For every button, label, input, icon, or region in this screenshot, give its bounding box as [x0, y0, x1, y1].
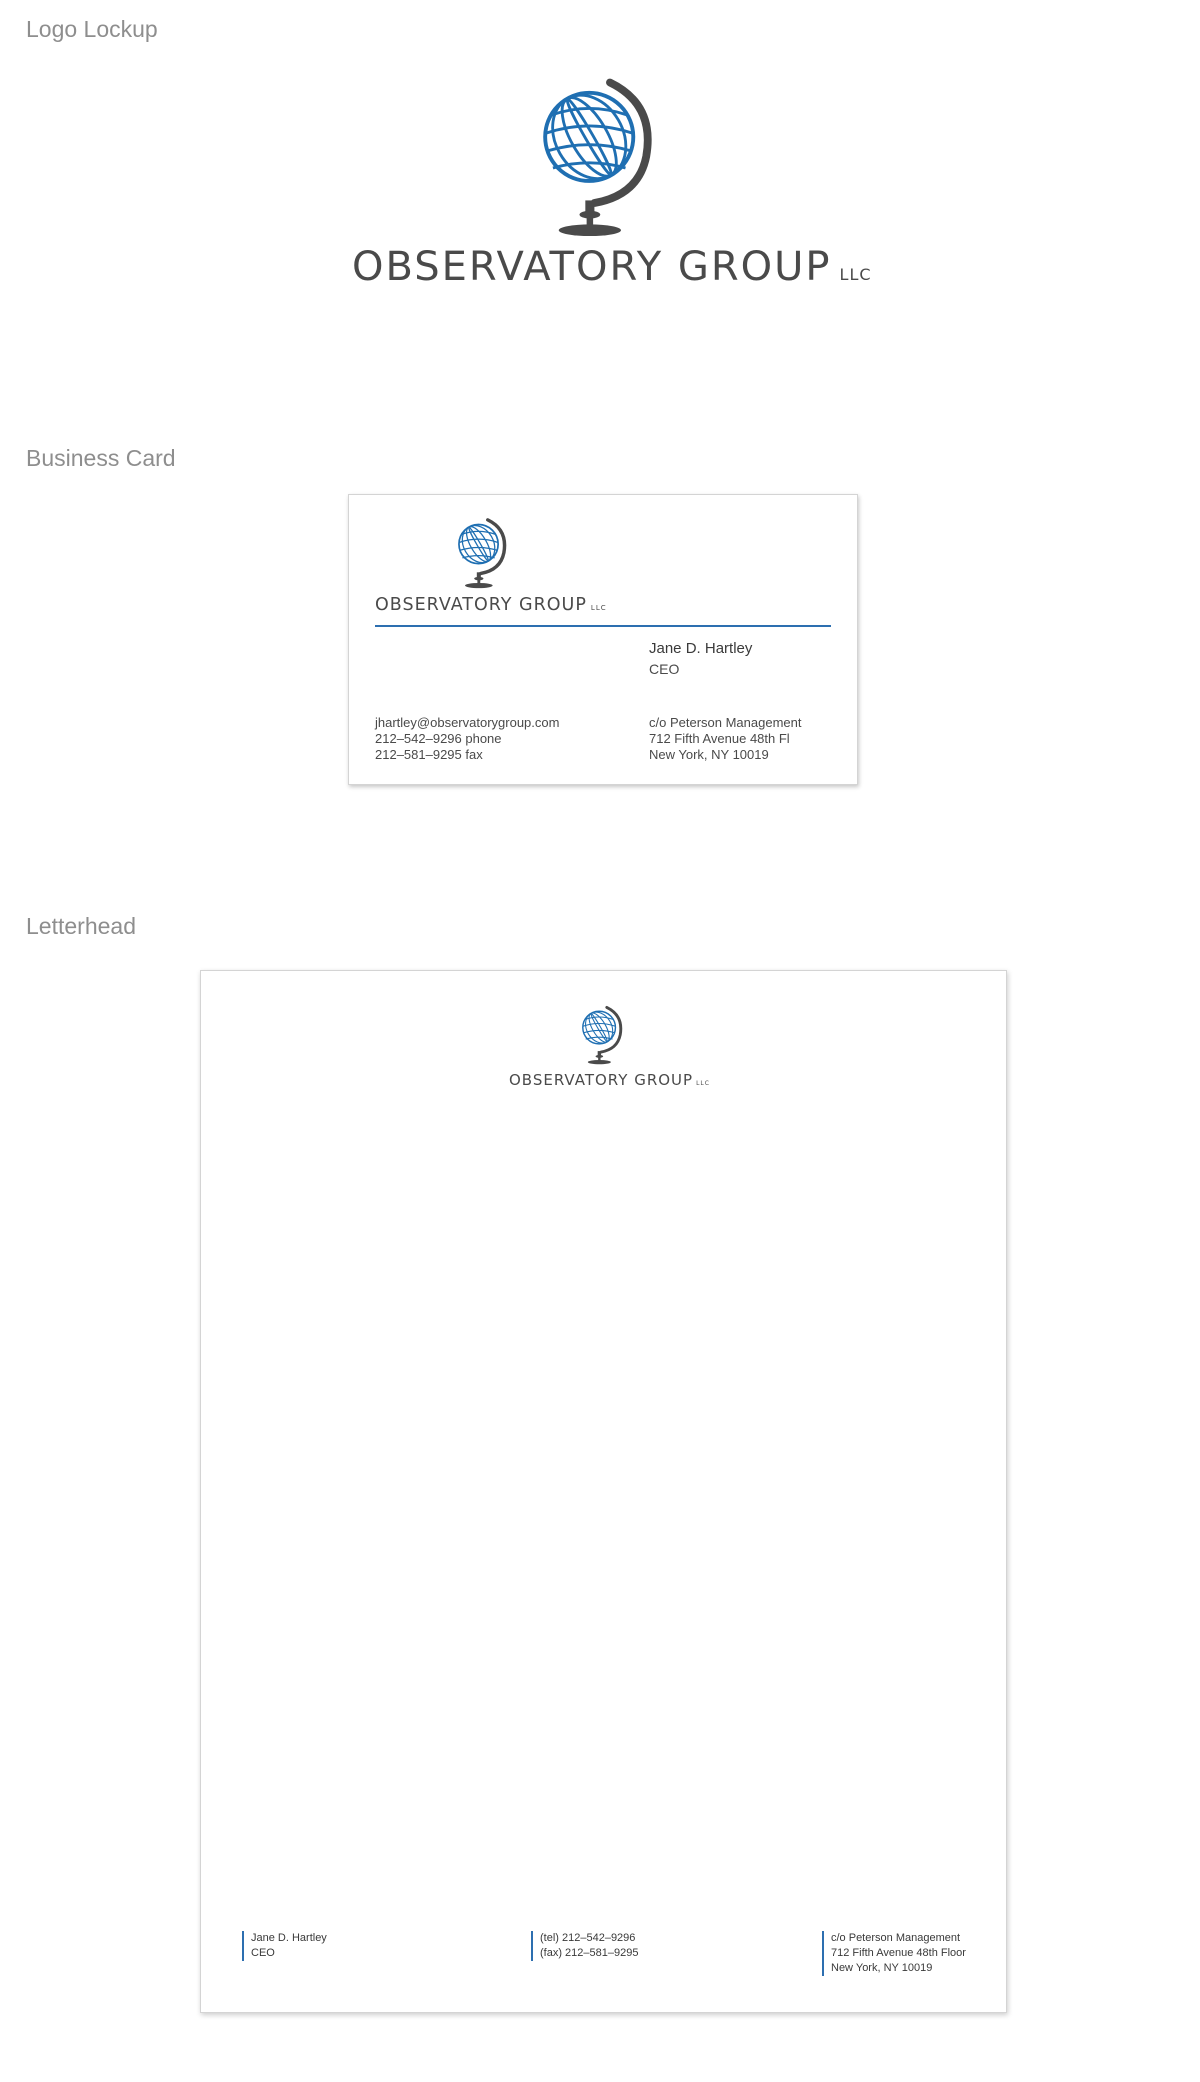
brand-suffix: LLC: [839, 265, 872, 284]
card-address-line1: c/o Peterson Management: [649, 715, 802, 730]
logo-wordmark: OBSERVATORY GROUP LLC: [352, 244, 872, 290]
card-address-line2: 712 Fifth Avenue 48th Fl: [649, 731, 790, 746]
card-fax: 212–581–9295 fax: [375, 747, 483, 762]
section-label-business-card: Business Card: [26, 445, 176, 471]
footer-name: Jane D. Hartley: [251, 1932, 327, 1944]
card-address-block: c/o Peterson Management 712 Fifth Avenue…: [649, 715, 801, 763]
section-label-letterhead: Letterhead: [26, 913, 136, 939]
brand-name: OBSERVATORY GROUP: [375, 595, 587, 615]
card-title: CEO: [649, 661, 680, 677]
globe-logo-icon: [532, 76, 662, 238]
brand-suffix: LLC: [590, 604, 607, 612]
card-email: jhartley@observatorygroup.com: [375, 715, 560, 730]
card-contact-block: jhartley@observatorygroup.com 212–542–92…: [375, 715, 559, 763]
letterhead-wordmark: OBSERVATORY GROUP LLC: [509, 1071, 710, 1089]
card-divider: [375, 625, 831, 627]
footer-title: CEO: [251, 1947, 275, 1959]
footer-tel: (tel) 212–542–9296: [540, 1932, 636, 1944]
globe-logo-icon: [453, 517, 511, 589]
footer-address-line3: New York, NY 10019: [831, 1962, 933, 1974]
card-wordmark: OBSERVATORY GROUP LLC: [375, 595, 607, 615]
letterhead-page: OBSERVATORY GROUP LLC Jane D. Hartley CEO…: [200, 970, 1007, 2013]
brand-name: OBSERVATORY GROUP: [352, 244, 832, 290]
brand-name: OBSERVATORY GROUP: [509, 1071, 694, 1089]
brand-suffix: LLC: [696, 1080, 710, 1087]
footer-phone-block: (tel) 212–542–9296 (fax) 212–581–9295: [531, 1931, 638, 1961]
card-address-line3: New York, NY 10019: [649, 747, 769, 762]
footer-fax: (fax) 212–581–9295: [540, 1947, 639, 1959]
card-name: Jane D. Hartley: [649, 640, 753, 657]
footer-name-block: Jane D. Hartley CEO: [242, 1931, 327, 1961]
card-phone: 212–542–9296 phone: [375, 731, 502, 746]
footer-address-block: c/o Peterson Management 712 Fifth Avenue…: [822, 1931, 966, 1976]
section-label-logo-lockup: Logo Lockup: [26, 16, 158, 42]
footer-address-line2: 712 Fifth Avenue 48th Floor: [831, 1947, 966, 1959]
business-card: OBSERVATORY GROUP LLC Jane D. Hartley CEO…: [348, 494, 858, 785]
globe-logo-icon: [578, 1004, 626, 1066]
footer-address-line1: c/o Peterson Management: [831, 1932, 961, 1944]
